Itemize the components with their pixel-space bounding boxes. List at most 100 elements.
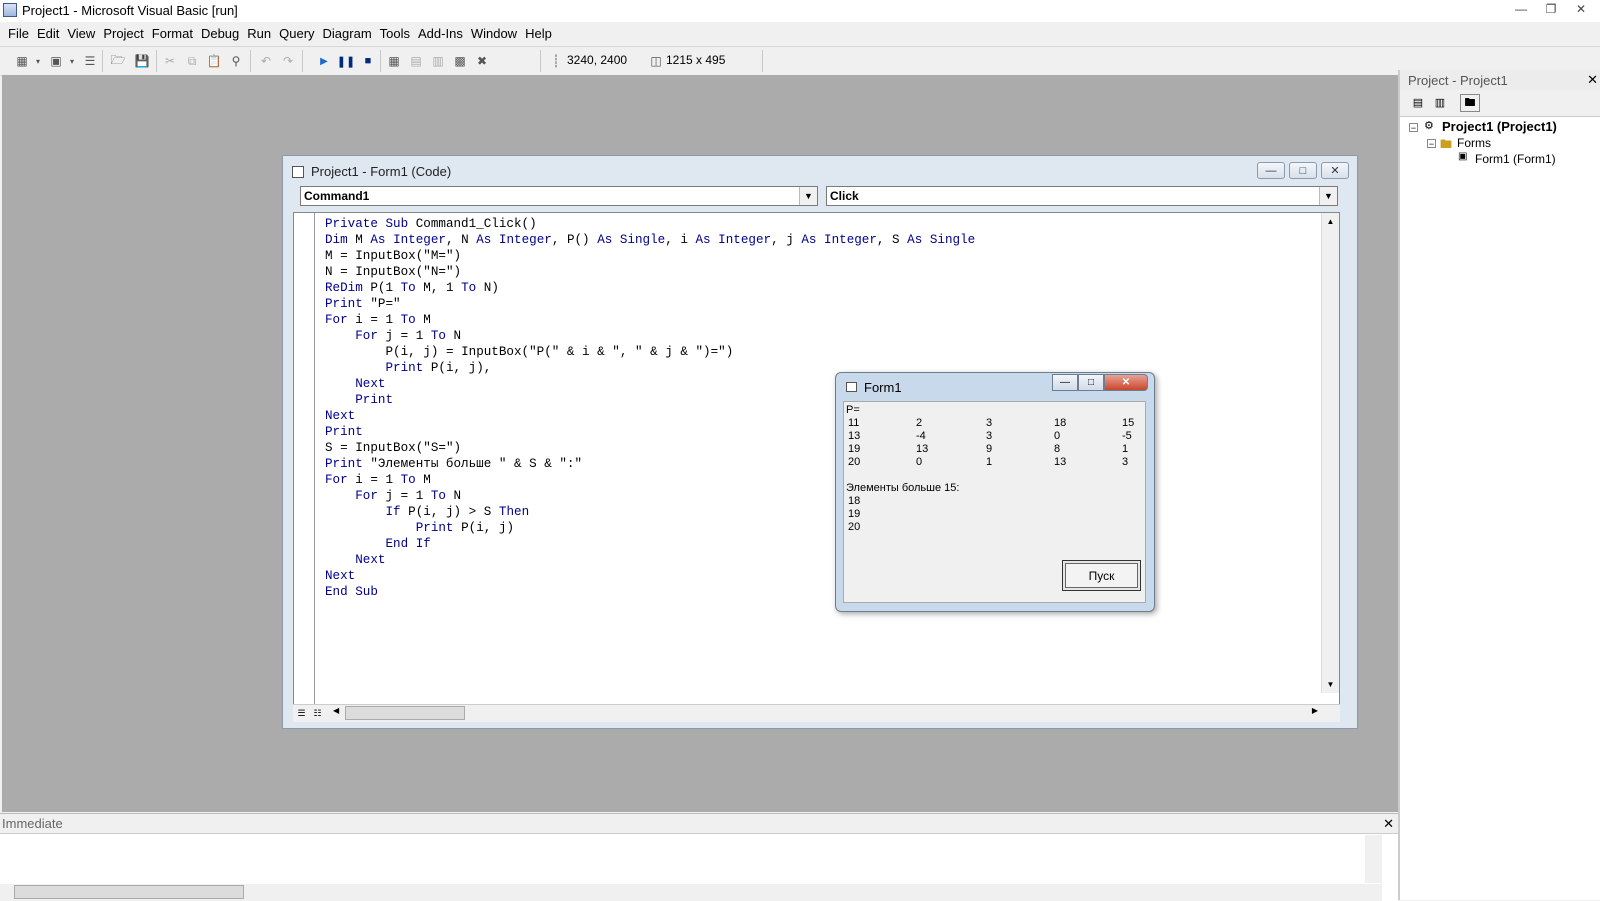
full-module-view-icon[interactable]: ☷ bbox=[311, 707, 324, 720]
tree-form1-item[interactable]: Form1 (Form1) bbox=[1475, 152, 1556, 166]
view-code-icon[interactable]: ▤ bbox=[1409, 94, 1427, 110]
procedure-combo[interactable]: Click ▼ bbox=[826, 186, 1338, 206]
form-icon bbox=[846, 382, 857, 392]
window-caption-buttons: — ❐ ✕ bbox=[1508, 0, 1594, 18]
menu-diagram[interactable]: Diagram bbox=[319, 26, 376, 41]
add-project-icon[interactable]: ▦ bbox=[14, 53, 30, 69]
menu-editor-icon[interactable]: ☰ bbox=[82, 53, 98, 69]
menu-debug[interactable]: Debug bbox=[197, 26, 243, 41]
code-line: P(i, j) = InputBox("P(" & i & ", " & j &… bbox=[385, 345, 734, 359]
matrix-cell: 1 bbox=[1122, 443, 1129, 455]
scroll-thumb[interactable] bbox=[345, 706, 465, 720]
toolbox-icon[interactable]: ✖ bbox=[474, 53, 490, 69]
toggle-folders-icon[interactable]: 🖿 bbox=[1460, 94, 1480, 112]
code-window-buttons: — □ ✕ bbox=[1257, 162, 1349, 179]
close-icon[interactable]: ✕ bbox=[1568, 0, 1594, 18]
menu-project[interactable]: Project bbox=[99, 26, 147, 41]
standard-toolbar: ▦ ▾ ▣ ▾ ☰ 🗁 💾 ✂ ⧉ 📋 ⚲ ↶ ↷ ▶ ❚❚ ■ ▦ ▤ ▥ ▩… bbox=[0, 46, 1600, 76]
open-project-icon[interactable]: 🗁 bbox=[110, 53, 126, 69]
menu-run[interactable]: Run bbox=[243, 26, 275, 41]
project-explorer-icon[interactable]: ▦ bbox=[386, 53, 402, 69]
find-icon[interactable]: ⚲ bbox=[228, 53, 244, 69]
code-window-title: Project1 - Form1 (Code) bbox=[311, 164, 452, 179]
start-button[interactable]: Пуск bbox=[1062, 560, 1141, 591]
scroll-right-icon[interactable]: ▶ bbox=[1312, 706, 1318, 715]
matrix-cell: -5 bbox=[1122, 430, 1132, 442]
break-icon[interactable]: ❚❚ bbox=[337, 53, 355, 69]
minimize-icon[interactable]: — bbox=[1508, 0, 1534, 18]
paste-icon[interactable]: 📋 bbox=[206, 53, 222, 69]
matrix-cell: 3 bbox=[986, 417, 993, 429]
form1-caption-buttons: — □ ✕ bbox=[1052, 374, 1148, 391]
object-combo-value: Command1 bbox=[304, 189, 370, 203]
form-layout-icon[interactable]: ▥ bbox=[430, 53, 446, 69]
result-label: Элементы больше 15: bbox=[846, 482, 960, 494]
result-value: 20 bbox=[848, 521, 861, 533]
scroll-thumb[interactable] bbox=[14, 885, 244, 899]
immediate-window[interactable]: Immediate ✕ bbox=[0, 813, 1398, 901]
matrix-cell: 13 bbox=[1054, 456, 1067, 468]
close-icon[interactable]: ✕ bbox=[1587, 72, 1598, 88]
code-editor[interactable]: Private Sub Command1_Click() Dim M As Int… bbox=[293, 212, 1340, 706]
cut-icon[interactable]: ✂ bbox=[162, 53, 178, 69]
chevron-down-icon[interactable]: ▼ bbox=[799, 187, 817, 205]
scroll-left-icon[interactable]: ◀ bbox=[333, 706, 339, 715]
minimize-icon[interactable]: — bbox=[1052, 374, 1078, 391]
menu-view[interactable]: View bbox=[63, 26, 99, 41]
menu-edit[interactable]: Edit bbox=[33, 26, 63, 41]
matrix-cell: 3 bbox=[986, 430, 993, 442]
matrix-cell: 13 bbox=[848, 430, 861, 442]
visual-basic-icon bbox=[3, 3, 17, 17]
collapse-icon[interactable]: − bbox=[1427, 139, 1436, 149]
matrix-cell: 3 bbox=[1122, 456, 1129, 468]
tree-forms-folder[interactable]: Forms bbox=[1457, 136, 1491, 150]
matrix-label: P= bbox=[846, 404, 860, 416]
menu-add-ins[interactable]: Add-Ins bbox=[414, 26, 467, 41]
object-combo[interactable]: Command1 ▼ bbox=[300, 186, 818, 206]
code-vertical-scrollbar[interactable]: ▲ ▼ bbox=[1321, 213, 1339, 693]
scroll-up-icon[interactable]: ▲ bbox=[1322, 213, 1339, 230]
close-icon[interactable]: ✕ bbox=[1383, 816, 1394, 832]
properties-window-icon[interactable]: ▤ bbox=[408, 53, 424, 69]
redo-icon[interactable]: ↷ bbox=[280, 53, 296, 69]
dropdown-arrow-icon[interactable]: ▾ bbox=[64, 53, 80, 69]
form1-window[interactable]: Form1 — □ ✕ P= 11 2 3 18 15 13 -4 3 0 -5 19 13 9 8 1 20… bbox=[835, 372, 1155, 612]
add-form-icon[interactable]: ▣ bbox=[48, 53, 64, 69]
start-icon[interactable]: ▶ bbox=[316, 53, 332, 69]
undo-icon[interactable]: ↶ bbox=[258, 53, 274, 69]
collapse-icon[interactable]: − bbox=[1409, 123, 1418, 133]
save-project-icon[interactable]: 💾 bbox=[134, 53, 150, 69]
code-margin bbox=[294, 213, 315, 705]
scroll-down-icon[interactable]: ▼ bbox=[1322, 676, 1339, 693]
restore-icon[interactable]: ❐ bbox=[1538, 0, 1564, 18]
code-window[interactable]: Project1 - Form1 (Code) — □ ✕ Command1 ▼… bbox=[282, 155, 1358, 729]
matrix-cell: 0 bbox=[1054, 430, 1061, 442]
menu-query[interactable]: Query bbox=[275, 26, 318, 41]
menu-file[interactable]: File bbox=[4, 26, 33, 41]
code-window-icon bbox=[292, 166, 304, 178]
immediate-horizontal-scrollbar[interactable] bbox=[0, 884, 1382, 901]
matrix-cell: 11 bbox=[848, 417, 860, 429]
view-object-icon[interactable]: ▥ bbox=[1431, 94, 1449, 110]
immediate-vertical-scrollbar[interactable] bbox=[1365, 835, 1382, 883]
end-icon[interactable]: ■ bbox=[360, 53, 376, 69]
dropdown-arrow-icon[interactable]: ▾ bbox=[30, 53, 46, 69]
close-icon[interactable]: ✕ bbox=[1321, 162, 1349, 179]
matrix-cell: -4 bbox=[916, 430, 926, 442]
menu-tools[interactable]: Tools bbox=[376, 26, 414, 41]
matrix-cell: 8 bbox=[1054, 443, 1061, 455]
maximize-icon[interactable]: □ bbox=[1289, 162, 1317, 179]
menu-help[interactable]: Help bbox=[521, 26, 556, 41]
code-line: For j = 1 To N bbox=[355, 329, 462, 343]
maximize-icon[interactable]: □ bbox=[1078, 374, 1104, 391]
copy-icon[interactable]: ⧉ bbox=[184, 53, 200, 69]
close-icon[interactable]: ✕ bbox=[1104, 374, 1148, 391]
menu-window[interactable]: Window bbox=[467, 26, 521, 41]
object-browser-icon[interactable]: ▩ bbox=[452, 53, 468, 69]
tree-project-root[interactable]: Project1 (Project1) bbox=[1442, 119, 1557, 134]
minimize-icon[interactable]: — bbox=[1257, 162, 1285, 179]
chevron-down-icon[interactable]: ▼ bbox=[1319, 187, 1337, 205]
procedure-view-icon[interactable]: ☰ bbox=[295, 707, 308, 720]
menu-format[interactable]: Format bbox=[148, 26, 197, 41]
code-horizontal-scrollbar[interactable]: ☰ ☷ ◀ ▶ bbox=[293, 704, 1340, 722]
